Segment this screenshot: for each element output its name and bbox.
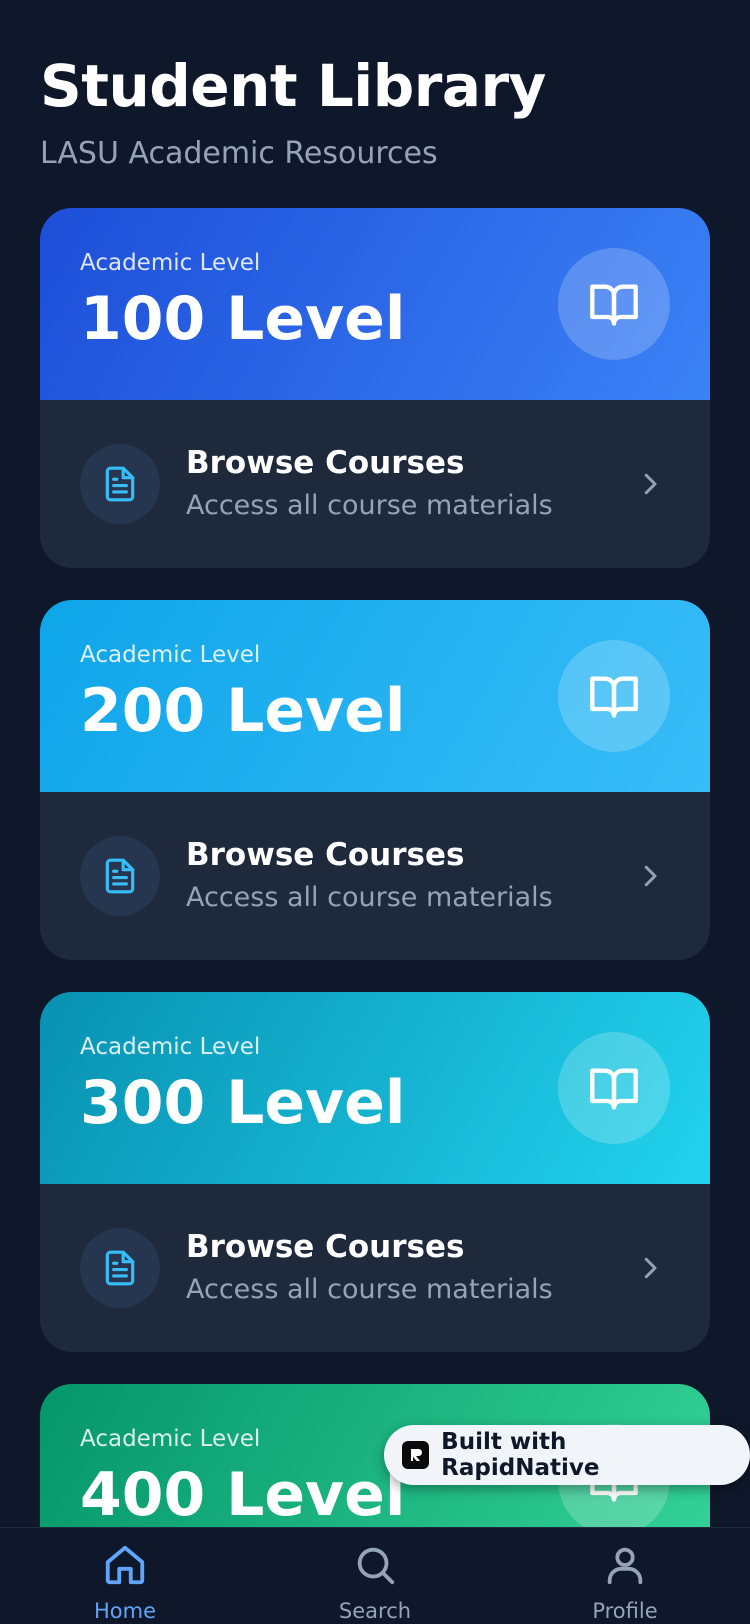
tab-label: Home xyxy=(93,1599,156,1623)
chevron-right-icon xyxy=(630,464,670,504)
tab-search[interactable]: Search xyxy=(250,1528,500,1624)
level-card-100: Academic Level 100 Level Browse Courses … xyxy=(40,208,710,568)
browse-courses-row[interactable]: Browse Courses Access all course materia… xyxy=(40,400,710,568)
built-with-badge[interactable]: Built with RapidNative xyxy=(384,1425,750,1485)
document-icon xyxy=(80,444,160,524)
browse-text: Browse Courses Access all course materia… xyxy=(186,443,630,525)
student-library-screen: Student Library LASU Academic Resources … xyxy=(0,0,750,1624)
browse-courses-row[interactable]: Browse Courses Access all course materia… xyxy=(40,1184,710,1352)
level-card-200: Academic Level 200 Level Browse Courses … xyxy=(40,600,710,960)
search-icon xyxy=(352,1542,398,1592)
browse-subtitle: Access all course materials xyxy=(186,882,553,913)
browse-title: Browse Courses xyxy=(186,1229,465,1265)
document-icon xyxy=(80,836,160,916)
browse-title: Browse Courses xyxy=(186,445,465,481)
badge-label: Built with RapidNative xyxy=(441,1429,600,1481)
book-open-icon xyxy=(558,640,670,752)
level-card-list: Academic Level 100 Level Browse Courses … xyxy=(40,208,710,1608)
home-icon xyxy=(102,1542,148,1592)
level-card-header[interactable]: Academic Level 300 Level xyxy=(40,992,710,1184)
tab-profile[interactable]: Profile xyxy=(500,1528,750,1624)
chevron-right-icon xyxy=(630,1248,670,1288)
bottom-tab-bar: Home Search Profile xyxy=(0,1527,750,1624)
browse-subtitle: Access all course materials xyxy=(186,490,553,521)
browse-text: Browse Courses Access all course materia… xyxy=(186,835,630,917)
document-icon xyxy=(80,1228,160,1308)
chevron-right-icon xyxy=(630,856,670,896)
book-open-icon xyxy=(558,1032,670,1144)
browse-subtitle: Access all course materials xyxy=(186,1274,553,1305)
page-subtitle: LASU Academic Resources xyxy=(40,136,438,171)
page-title: Student Library xyxy=(40,52,546,120)
user-icon xyxy=(602,1542,648,1592)
rapidnative-logo-icon xyxy=(402,1441,430,1469)
level-card-300: Academic Level 300 Level Browse Courses … xyxy=(40,992,710,1352)
level-card-header[interactable]: Academic Level 200 Level xyxy=(40,600,710,792)
browse-courses-row[interactable]: Browse Courses Access all course materia… xyxy=(40,792,710,960)
browse-title: Browse Courses xyxy=(186,837,465,873)
tab-home[interactable]: Home xyxy=(0,1528,250,1624)
tab-label: Search xyxy=(338,1599,412,1623)
browse-text: Browse Courses Access all course materia… xyxy=(186,1227,630,1309)
level-card-header[interactable]: Academic Level 100 Level xyxy=(40,208,710,400)
page-header: Student Library LASU Academic Resources xyxy=(40,48,546,174)
tab-label: Profile xyxy=(592,1599,658,1623)
book-open-icon xyxy=(558,248,670,360)
